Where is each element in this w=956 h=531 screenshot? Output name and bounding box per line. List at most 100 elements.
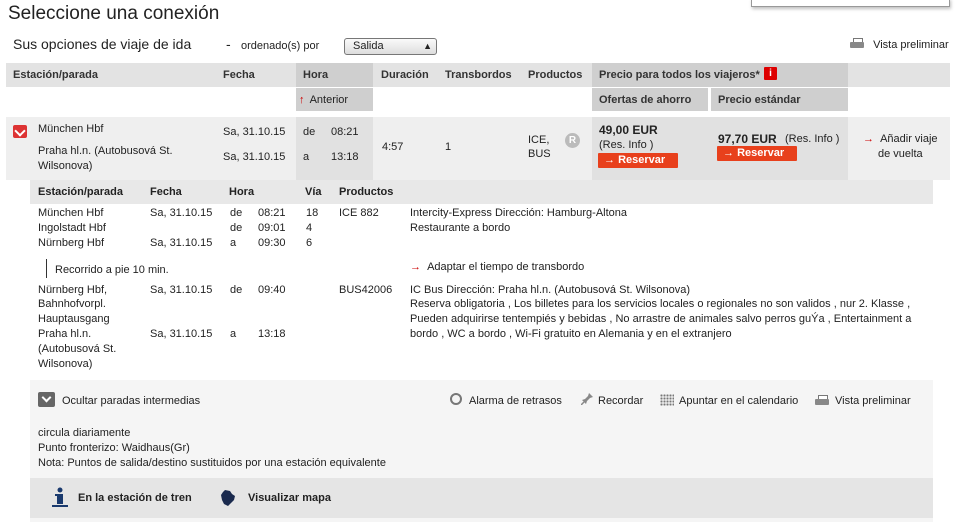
leg2-to-3: Wilsonova) bbox=[38, 358, 93, 370]
calendar-icon bbox=[660, 394, 674, 406]
saving-info[interactable]: (Res. Info ) bbox=[599, 139, 653, 151]
leg1-stop3-prefix: a bbox=[230, 237, 237, 249]
reserve-savings-label: Reservar bbox=[618, 154, 666, 166]
remember-link[interactable]: Recordar bbox=[598, 395, 643, 407]
arr-date: Sa, 31.10.15 bbox=[223, 151, 286, 163]
station-info-link[interactable]: En la estación de tren bbox=[78, 492, 192, 504]
sort-label: ordenado(s) por bbox=[241, 40, 320, 52]
note-line-1: circula diariamente bbox=[38, 427, 131, 439]
delay-alarm-link[interactable]: Alarma de retrasos bbox=[469, 395, 562, 407]
header-date: Fecha bbox=[223, 69, 255, 81]
header-divider-price bbox=[592, 87, 848, 88]
add-return-label-2[interactable]: de vuelta bbox=[878, 148, 923, 160]
product-ice: ICE, bbox=[528, 134, 550, 146]
add-return-link[interactable]: → Añadir viaje bbox=[863, 133, 938, 145]
leg2-from-time: 09:40 bbox=[258, 284, 286, 296]
leg2-from-2: Bahnhofvorpl. bbox=[38, 298, 106, 310]
preview-link-top[interactable]: Vista preliminar bbox=[850, 38, 949, 51]
adjust-transfer-link[interactable]: → Adaptar el tiempo de transbordo bbox=[410, 261, 584, 273]
to-station-line1: Praha hl.n. (Autobusová St. bbox=[38, 145, 173, 157]
note-line-2: Punto fronterizo: Waidhaus(Gr) bbox=[38, 442, 190, 454]
dep-time: 08:21 bbox=[331, 126, 359, 138]
printer-icon bbox=[815, 395, 829, 410]
walk-text: Recorrido a pie 10 min. bbox=[55, 264, 169, 276]
leg1-stop1-time: 08:21 bbox=[258, 207, 286, 219]
collapse-icon[interactable] bbox=[38, 392, 55, 407]
leg2-description-2: Reserva obligatoria , Los billetes para … bbox=[410, 298, 911, 310]
leg1-stop1-date: Sa, 31.10.15 bbox=[150, 207, 213, 219]
r-reservation-icon: R bbox=[565, 133, 580, 148]
leg1-stop2-track: 4 bbox=[306, 222, 313, 234]
leg2-to-date: Sa, 31.10.15 bbox=[150, 328, 213, 340]
price-info-button[interactable]: i bbox=[764, 67, 777, 80]
detail-header-station: Estación/parada bbox=[38, 186, 123, 198]
printer-icon bbox=[815, 395, 829, 407]
leg2-description-3: Pueden adquirirse tentempiés y bebidas ,… bbox=[410, 313, 912, 325]
leg2-product: BUS42006 bbox=[339, 284, 393, 296]
previous-label: Anterior bbox=[309, 94, 349, 106]
leg2-from-3: Hauptausgang bbox=[38, 313, 110, 325]
arrow-up-icon: ↑ bbox=[299, 94, 305, 106]
header-savings: Ofertas de ahorro bbox=[599, 94, 692, 106]
leg2-description-4: bordo , WC a bordo , Wi-Fi gratuito en A… bbox=[410, 328, 732, 340]
transfers: 1 bbox=[445, 141, 452, 153]
hide-stops-link[interactable]: Ocultar paradas intermedias bbox=[62, 395, 200, 407]
reserve-savings-button[interactable]: → Reservar bbox=[598, 153, 678, 168]
detail-header-products: Productos bbox=[339, 186, 394, 198]
walk-bar bbox=[46, 259, 47, 278]
leg2-from-1: Nürnberg Hbf, bbox=[38, 284, 108, 296]
arr-time: 13:18 bbox=[331, 151, 359, 163]
header-station: Estación/parada bbox=[13, 69, 98, 81]
arrow-right-icon: → bbox=[410, 261, 421, 273]
leg1-description-2: Restaurante a bordo bbox=[410, 222, 511, 234]
arrow-right-icon: → bbox=[863, 133, 874, 145]
calendar-link[interactable]: Apuntar en el calendario bbox=[679, 395, 798, 407]
header-price-all: Precio para todos los viajeros* bbox=[599, 69, 760, 81]
to-station-line2: Wilsonova) bbox=[38, 160, 93, 172]
detail-header-time: Hora bbox=[229, 186, 255, 198]
previous-link[interactable]: ↑ Anterior bbox=[299, 94, 348, 106]
detail-header-track: Vía bbox=[305, 186, 322, 198]
leg2-to-2: (Autobusová St. bbox=[38, 343, 117, 355]
dep-date: Sa, 31.10.15 bbox=[223, 126, 286, 138]
leg2-from-date: Sa, 31.10.15 bbox=[150, 284, 213, 296]
leg2-to-1: Praha hl.n. bbox=[38, 328, 92, 340]
sort-select-value: Salida bbox=[353, 40, 384, 52]
leg1-stop2-station: Ingolstadt Hbf bbox=[38, 222, 106, 234]
header-standard: Precio estándar bbox=[718, 94, 801, 106]
detail-header-date: Fecha bbox=[150, 186, 182, 198]
leg1-stop2-prefix: de bbox=[230, 222, 243, 234]
page-title: Seleccione una conexión bbox=[8, 3, 220, 24]
header-duration: Duración bbox=[381, 69, 429, 81]
reserve-standard-label: Reservar bbox=[737, 147, 785, 159]
price-divider bbox=[708, 88, 711, 111]
header-divider bbox=[296, 87, 373, 88]
header-products: Productos bbox=[528, 69, 583, 81]
leg2-from-prefix: de bbox=[230, 284, 243, 296]
leg2-to-prefix: a bbox=[230, 328, 237, 340]
leg1-stop3-time: 09:30 bbox=[258, 237, 286, 249]
duration: 4:57 bbox=[382, 141, 404, 153]
printer-icon bbox=[850, 38, 864, 50]
preview-link-bottom[interactable]: Vista preliminar bbox=[835, 395, 911, 407]
show-map-link[interactable]: Visualizar mapa bbox=[248, 492, 331, 504]
leg1-stop1-station: München Hbf bbox=[38, 207, 104, 219]
toggle-expand-icon[interactable] bbox=[13, 125, 27, 138]
alarm-clock-icon bbox=[450, 393, 462, 405]
from-station: München Hbf bbox=[38, 123, 104, 135]
header-time: Hora bbox=[303, 69, 329, 81]
reserve-standard-button[interactable]: → Reservar bbox=[717, 146, 797, 161]
subtitle-dash: - bbox=[226, 36, 231, 52]
standard-info[interactable]: (Res. Info ) bbox=[785, 133, 839, 145]
header-transfers: Transbordos bbox=[445, 69, 512, 81]
leg1-stop2-time: 09:01 bbox=[258, 222, 286, 234]
leg1-stop3-track: 6 bbox=[306, 237, 313, 249]
add-return-label-1: Añadir viaje bbox=[880, 133, 938, 145]
sort-select[interactable]: Salida ▲ bbox=[344, 38, 437, 55]
leg2-description-1: IC Bus Dirección: Praha hl.n. (Autobusov… bbox=[410, 284, 691, 296]
leg1-description-1: Intercity-Express Dirección: Hamburg-Alt… bbox=[410, 207, 628, 219]
info-icon: i bbox=[764, 67, 777, 80]
pin-icon bbox=[581, 393, 593, 405]
standard-price: 97,70 EUR bbox=[718, 132, 777, 146]
arrow-right-icon: → bbox=[723, 147, 734, 159]
